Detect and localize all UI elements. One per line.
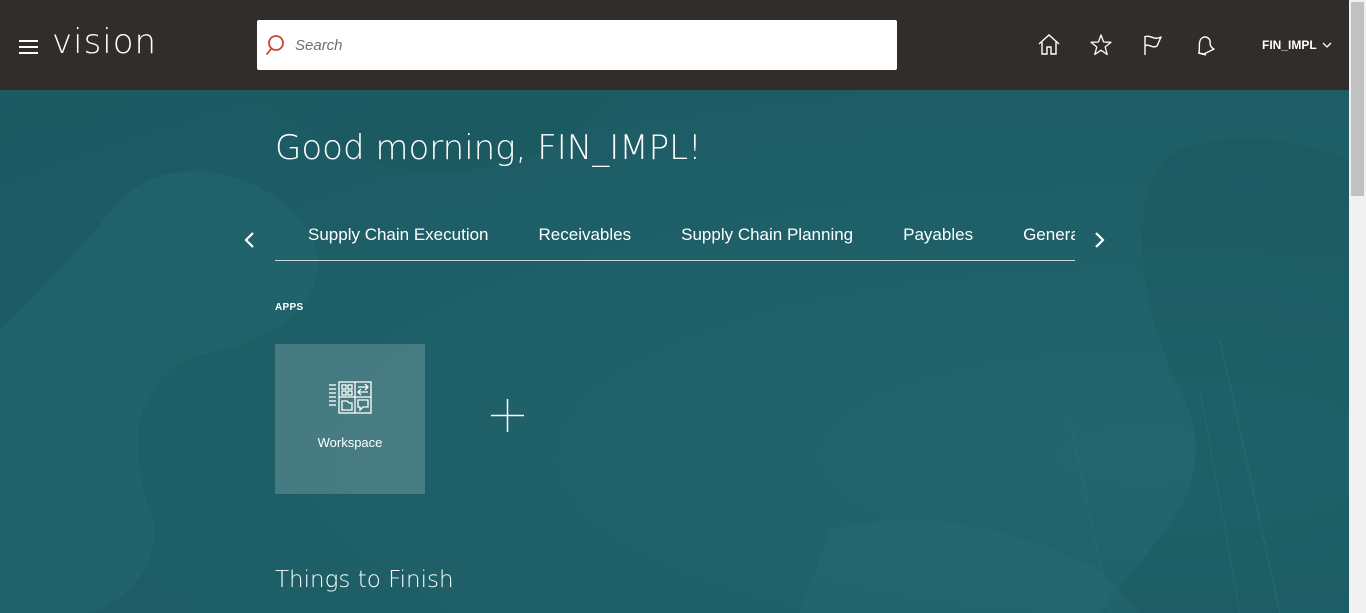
app-logo[interactable]: vision — [52, 22, 157, 62]
workspace-icon — [329, 381, 372, 414]
bell-icon[interactable] — [1192, 32, 1218, 58]
tabs-prev-icon[interactable] — [243, 231, 257, 249]
scrollbar-thumb[interactable] — [1351, 2, 1364, 196]
top-bar: vision FIN_IMPL — [0, 0, 1349, 90]
tab-receivables[interactable]: Receivables — [539, 225, 632, 245]
user-menu[interactable]: FIN_IMPL — [1262, 38, 1332, 52]
home-icon[interactable] — [1036, 32, 1062, 58]
background-texture — [0, 90, 1349, 613]
tabs-next-icon[interactable] — [1092, 231, 1106, 249]
tab-payables[interactable]: Payables — [903, 225, 973, 245]
things-to-finish-heading: Things to Finish — [275, 567, 454, 593]
apps-heading: APPS — [275, 302, 304, 313]
search-input[interactable] — [295, 30, 875, 60]
flag-icon[interactable] — [1140, 32, 1166, 58]
user-name: FIN_IMPL — [1262, 38, 1317, 52]
search-icon[interactable] — [265, 32, 291, 58]
page-scrollbar[interactable] — [1349, 0, 1366, 613]
springboard: Good morning, FIN_IMPL! Supply Chain Exe… — [0, 90, 1349, 613]
tab-supply-chain-execution[interactable]: Supply Chain Execution — [308, 225, 489, 245]
workspace-tile[interactable]: Workspace — [275, 344, 425, 494]
greeting: Good morning, FIN_IMPL! — [275, 128, 702, 168]
tab-supply-chain-planning[interactable]: Supply Chain Planning — [681, 225, 853, 245]
tab-general-accounting[interactable]: General Accounting — [1023, 225, 1075, 245]
workspace-label: Workspace — [317, 435, 383, 450]
menu-icon[interactable] — [19, 40, 38, 54]
star-icon[interactable] — [1088, 32, 1114, 58]
springboard-tabs: Supply Chain Execution Receivables Suppl… — [275, 215, 1075, 261]
add-app-icon[interactable] — [490, 398, 525, 433]
search-box[interactable] — [257, 20, 897, 70]
chevron-down-icon[interactable] — [1322, 42, 1332, 49]
